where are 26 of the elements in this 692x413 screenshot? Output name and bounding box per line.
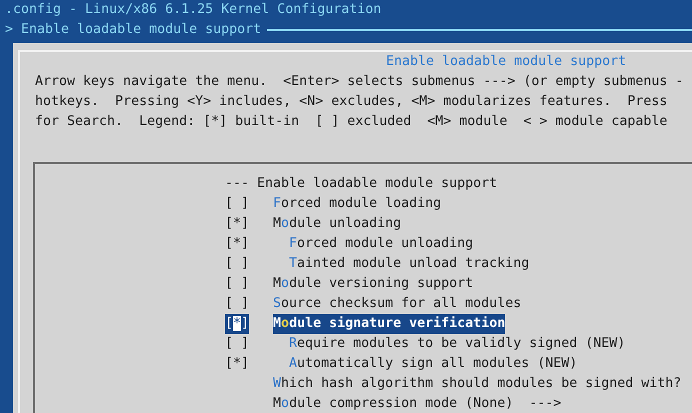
menu-item[interactable]: Which hash algorithm should modules be signed with? <box>273 374 682 394</box>
checkbox[interactable]: [ ] <box>225 194 250 214</box>
checkbox[interactable]: [ ] <box>225 254 250 274</box>
menu-item[interactable]: Forced module loading <box>273 194 442 214</box>
menu-item[interactable]: Module unloading <box>273 214 402 234</box>
checkbox[interactable]: [*] <box>225 314 250 334</box>
checkbox[interactable]: [ ] <box>225 334 250 354</box>
menu-item[interactable]: Source checksum for all modules <box>273 294 522 314</box>
menu-item[interactable]: Module compression mode (None) ---> <box>273 394 562 413</box>
menu-item[interactable]: Module versioning support <box>273 274 474 294</box>
menu-item[interactable]: Require modules to be validly signed (NEW) <box>289 334 626 354</box>
checkbox[interactable]: [ ] <box>225 294 250 314</box>
help-text: Arrow keys navigate the menu. <Enter> selects submenus ---> (or empty submenus - <box>34 73 684 91</box>
help-text: for Search. Legend: [*] built-in [ ] excluded <M> module < > module capable <box>34 113 668 131</box>
menu-item[interactable]: Automatically sign all modules (NEW) <box>289 354 578 374</box>
window-title: .config - Linux/x86 6.1.25 Kernel Configuration <box>4 1 382 19</box>
breadcrumb: > Enable loadable module support <box>4 21 262 39</box>
help-text: hotkeys. Pressing <Y> includes, <N> excludes, <M> modularizes features. Press <box>34 93 668 111</box>
checkbox[interactable]: [ ] <box>225 274 250 294</box>
menu-item[interactable]: Module signature verification <box>273 314 506 334</box>
checkbox[interactable]: [*] <box>225 354 250 374</box>
menu-item[interactable]: Tainted module unload tracking <box>289 254 530 274</box>
checkbox[interactable]: [*] <box>225 214 250 234</box>
checkbox[interactable]: [*] <box>225 234 250 254</box>
menu-heading: --- Enable loadable module support <box>225 175 498 193</box>
menu-item[interactable]: Forced module unloading <box>289 234 474 254</box>
